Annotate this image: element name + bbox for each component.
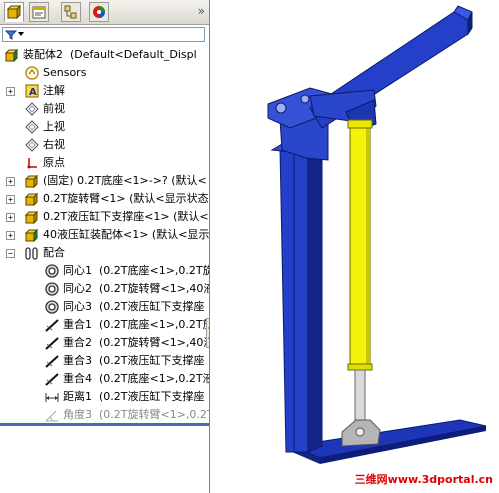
tab-feature-manager[interactable] [4, 2, 24, 22]
tree-item-label: 右视 [43, 138, 65, 151]
mate-row[interactable]: 重合2 (0.2T旋转臂<1>,40液 [0, 334, 209, 352]
expand-plus-icon[interactable]: + [6, 231, 15, 240]
graphics-area[interactable]: 三维网www.3dportal.cn [210, 0, 499, 493]
cylinder-rod [354, 369, 366, 427]
mate-row[interactable]: 距离1 (0.2T液压缸下支撑座 [0, 388, 209, 406]
coincident-icon [45, 337, 59, 350]
plane-icon [25, 102, 39, 116]
plane-icon [25, 138, 39, 152]
feature-manager-panel: » 装配体2 (Default<Default_Displ Sensors + A 注… [0, 0, 210, 493]
concentric-icon [45, 300, 59, 314]
mate-row[interactable]: 角度3 (0.2T旋转臂<1>,0.2T [0, 406, 209, 424]
tree-item-label: 0.2T液压缸下支撑座<1> (默认< [43, 210, 209, 223]
tree-item-label: 原点 [43, 156, 65, 169]
part-icon [24, 210, 39, 225]
tree-item-label: 前视 [43, 102, 65, 115]
plane-icon [25, 120, 39, 134]
assembly-model-view[interactable] [210, 0, 499, 493]
tree-item-label: 距离1 (0.2T液压缸下支撑座 [63, 390, 205, 403]
tree-item-label: 同心3 (0.2T液压缸下支撑座 [63, 300, 205, 313]
part-icon [24, 192, 39, 207]
mate-row[interactable]: 重合1 (0.2T底座<1>,0.2T旋 [0, 316, 209, 334]
tree-item[interactable]: 前视 [0, 100, 209, 118]
tab-property-manager[interactable] [29, 2, 49, 22]
expand-plus-icon[interactable]: + [6, 87, 15, 96]
tree-root-label: 装配体2 (Default<Default_Displ [23, 48, 197, 61]
appearance-icon [93, 6, 105, 18]
pivot-pin-2 [300, 94, 310, 104]
tree-item-label: 0.2T旋转臂<1> (默认<显示状态 [43, 192, 209, 205]
tree-item-label: 重合1 (0.2T底座<1>,0.2T旋 [63, 318, 210, 331]
mate-row[interactable]: 同心3 (0.2T液压缸下支撑座 [0, 298, 209, 316]
tree-item-label: 配合 [43, 246, 65, 259]
subassembly-icon [24, 228, 39, 243]
mate-row[interactable]: 同心1 (0.2T底座<1>,0.2T旋 [0, 262, 209, 280]
manager-tab-bar: » [0, 0, 209, 25]
coincident-icon [45, 319, 59, 332]
tree-item[interactable]: 原点 [0, 154, 209, 172]
expand-plus-icon[interactable]: + [6, 213, 15, 222]
filter-funnel-icon [5, 30, 17, 40]
configuration-manager-icon [64, 5, 77, 19]
tree-item[interactable]: + (固定) 0.2T底座<1>->? (默认< [0, 172, 209, 190]
concentric-icon [45, 264, 59, 278]
tree-item[interactable]: 上视 [0, 118, 209, 136]
mate-row[interactable]: 重合3 (0.2T液压缸下支撑座 [0, 352, 209, 370]
tree-root-assembly[interactable]: 装配体2 (Default<Default_Displ [0, 46, 209, 64]
tree-item-label: 同心1 (0.2T底座<1>,0.2T旋 [63, 264, 210, 277]
distance-icon [45, 393, 59, 402]
watermark-text: 三维网www.3dportal.cn [354, 473, 493, 486]
tree-item-label: 上视 [43, 120, 65, 133]
expand-plus-icon[interactable]: + [6, 177, 15, 186]
tree-item[interactable]: +0.2T旋转臂<1> (默认<显示状态 [0, 190, 209, 208]
tree-filter-button[interactable] [2, 27, 205, 42]
lower-support-pin [355, 427, 365, 437]
mate-row[interactable]: 同心2 (0.2T旋转臂<1>,40液 [0, 280, 209, 298]
tab-configuration-manager[interactable] [61, 2, 81, 22]
cylinder-cap [347, 119, 373, 129]
tree-item[interactable]: + A 注解 [0, 82, 209, 100]
tree-item[interactable]: − 配合 [0, 244, 209, 262]
tree-item[interactable]: +40液压缸装配体<1> (默认<显示 [0, 226, 209, 244]
coincident-icon [45, 373, 59, 386]
coincident-icon [45, 355, 59, 368]
tab-display-manager[interactable] [89, 2, 109, 22]
tree-item-label: 重合3 (0.2T液压缸下支撑座 [63, 354, 205, 367]
tree-item-label: 角度3 (0.2T旋转臂<1>,0.2T [63, 408, 210, 421]
tree-item-label: 重合4 (0.2T底座<1>,0.2T液 [63, 372, 210, 385]
tree-item[interactable]: +0.2T液压缸下支撑座<1> (默认< [0, 208, 209, 226]
tree-item-label: Sensors [43, 66, 87, 79]
tree-item-label: 同心2 (0.2T旋转臂<1>,40液 [63, 282, 210, 295]
tree-item[interactable]: Sensors [0, 64, 209, 82]
cylinder-gland [347, 363, 373, 371]
more-tabs-chevron-icon[interactable]: » [198, 4, 205, 18]
chevron-down-icon [18, 32, 24, 36]
mates-icon [25, 247, 38, 260]
tree-item-label: (固定) 0.2T底座<1>->? (默认< [43, 174, 207, 187]
annotations-icon: A [25, 84, 39, 98]
column-side [307, 149, 323, 453]
feature-tree-icon [7, 5, 21, 19]
panel-bottom-bar [0, 423, 209, 426]
origin-icon [27, 158, 37, 169]
concentric-icon [45, 282, 59, 296]
mate-row[interactable]: 重合4 (0.2T底座<1>,0.2T液 [0, 370, 209, 388]
collapse-minus-icon[interactable]: − [6, 249, 15, 258]
tree-item-label: 重合2 (0.2T旋转臂<1>,40液 [63, 336, 210, 349]
tree-item[interactable]: 右视 [0, 136, 209, 154]
pivot-pin [275, 102, 287, 114]
sensors-icon [25, 66, 39, 80]
svg-text:A: A [29, 87, 37, 98]
assembly-icon [4, 48, 19, 63]
expand-plus-icon[interactable]: + [6, 195, 15, 204]
angle-icon [45, 410, 58, 422]
cylinder-barrel-shade [366, 124, 370, 368]
part-icon [24, 174, 39, 189]
tree-item-label: 40液压缸装配体<1> (默认<显示 [43, 228, 210, 241]
tree-item-label: 注解 [43, 84, 65, 97]
property-manager-icon [32, 6, 46, 19]
